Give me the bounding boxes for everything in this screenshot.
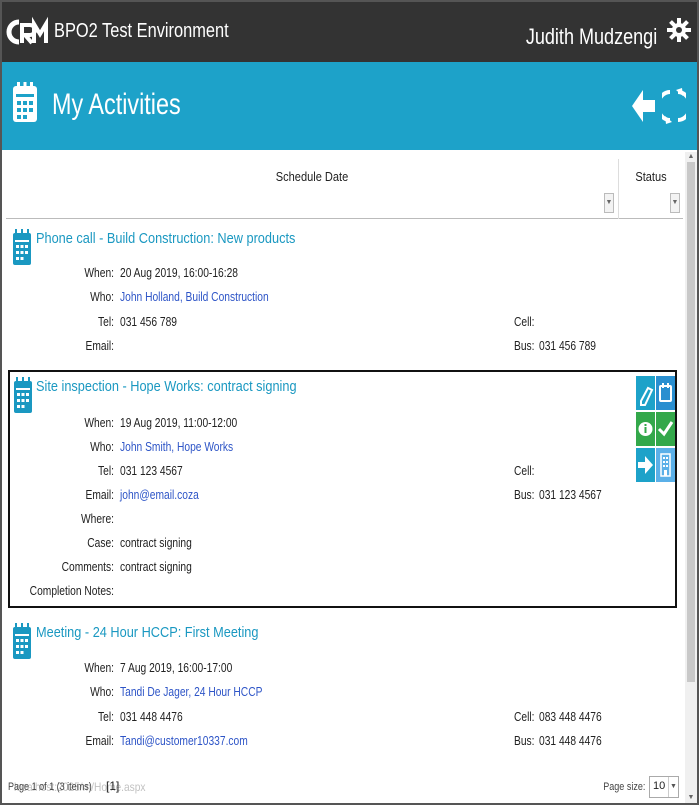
where-label: Where:	[80, 512, 114, 526]
tel-label: Tel:	[98, 710, 114, 724]
who-label: Who:	[90, 685, 114, 699]
column-label: Status	[635, 169, 667, 184]
app-window: BPO2 Test Environment Judith Mudzengi My…	[0, 0, 699, 805]
activity-card[interactable]: Phone call - Build Construction: New pro…	[8, 222, 677, 367]
email-label: Email:	[85, 488, 114, 502]
pager-current-page[interactable]: [1]	[106, 779, 119, 793]
column-status[interactable]: Status ▼	[619, 159, 683, 219]
vertical-scrollbar[interactable]: ▲ ▼	[685, 152, 697, 803]
tel-label: Tel:	[98, 315, 114, 329]
cell-label: Cell:	[514, 315, 535, 329]
column-schedule-date[interactable]: Schedule Date ▼	[6, 159, 619, 219]
company-button[interactable]	[656, 448, 675, 482]
bus-value: 031 123 4567	[539, 488, 602, 502]
bus-value: 031 456 789	[539, 339, 597, 353]
calendar-icon	[14, 377, 32, 413]
info-button[interactable]	[636, 412, 655, 446]
bus-label: Bus:	[514, 734, 535, 748]
case-value: contract signing	[120, 536, 192, 550]
bus-label: Bus:	[514, 488, 535, 502]
page-size-select[interactable]: 10 ▼	[649, 776, 679, 798]
pencil-icon	[640, 386, 654, 406]
app-title: BPO2 Test Environment	[54, 20, 229, 42]
when-value: 7 Aug 2019, 16:00-17:00	[120, 661, 233, 675]
comments-value: contract signing	[120, 560, 192, 574]
scroll-up-icon[interactable]: ▲	[685, 152, 697, 162]
who-link[interactable]: John Smith, Hope Works	[120, 440, 233, 454]
when-value: 19 Aug 2019, 11:00-12:00	[120, 416, 238, 430]
tel-value: 031 448 4476	[120, 710, 183, 724]
forward-button[interactable]	[636, 448, 655, 482]
page-header: My Activities	[2, 62, 697, 150]
user-name[interactable]: Judith Mudzengi	[526, 24, 657, 50]
building-icon	[660, 453, 671, 477]
arrow-right-icon	[638, 456, 653, 474]
calendar-icon	[659, 383, 672, 402]
filter-dropdown-icon[interactable]: ▼	[670, 193, 680, 213]
tel-label: Tel:	[98, 464, 114, 478]
email-label: Email:	[85, 734, 114, 748]
tel-value: 031 123 4567	[120, 464, 183, 478]
crm-logo	[6, 16, 48, 45]
activity-title-link[interactable]: Site inspection - Hope Works: contract s…	[36, 378, 297, 395]
complete-button[interactable]	[656, 412, 675, 446]
who-link[interactable]: Tandi De Jager, 24 Hour HCCP	[120, 685, 262, 699]
edit-button[interactable]	[636, 376, 655, 410]
cell-label: Cell:	[514, 710, 535, 724]
calendar-icon	[13, 82, 37, 122]
activity-title-link[interactable]: Meeting - 24 Hour HCCP: First Meeting	[36, 624, 259, 641]
refresh-icon[interactable]	[662, 86, 686, 126]
completion-notes-label: Completion Notes:	[29, 584, 114, 598]
who-label: Who:	[90, 440, 114, 454]
when-label: When:	[84, 661, 114, 675]
cell-label: Cell:	[514, 464, 535, 478]
column-label: Schedule Date	[275, 169, 349, 184]
schedule-button[interactable]	[656, 376, 675, 410]
grid-header: Schedule Date ▼ Status ▼	[6, 159, 683, 219]
filter-dropdown-icon[interactable]: ▼	[604, 193, 614, 213]
activity-title-link[interactable]: Phone call - Build Construction: New pro…	[36, 230, 295, 247]
bus-value: 031 448 4476	[539, 734, 602, 748]
who-label: Who:	[90, 290, 114, 304]
calendar-icon	[13, 623, 31, 659]
check-icon	[657, 421, 674, 437]
case-label: Case:	[87, 536, 114, 550]
pager: localhost:2025/m/Home.aspx Page 1 of 1 (…	[2, 772, 697, 803]
when-label: When:	[84, 416, 114, 430]
bus-label: Bus:	[514, 339, 535, 353]
activity-card-selected[interactable]: Site inspection - Hope Works: contract s…	[8, 370, 677, 608]
when-label: When:	[84, 266, 114, 280]
page-size-label: Page size:	[602, 781, 645, 793]
top-bar: BPO2 Test Environment Judith Mudzengi	[2, 2, 697, 62]
gear-icon[interactable]	[667, 18, 691, 42]
chevron-down-icon: ▼	[668, 777, 678, 797]
scroll-thumb[interactable]	[687, 162, 695, 682]
activity-card[interactable]: Meeting - 24 Hour HCCP: First Meeting Wh…	[8, 616, 677, 766]
email-link[interactable]: Tandi@customer10337.com	[120, 734, 248, 748]
scroll-down-icon[interactable]: ▼	[685, 793, 697, 803]
pager-summary: Page 1 of 1 (3 items)	[8, 781, 92, 793]
page-title: My Activities	[52, 88, 181, 121]
email-link[interactable]: john@email.coza	[120, 488, 199, 502]
comments-label: Comments:	[61, 560, 114, 574]
cell-value: 083 448 4476	[539, 710, 602, 724]
email-label: Email:	[85, 339, 114, 353]
tel-value: 031 456 789	[120, 315, 178, 329]
back-arrow-icon[interactable]	[630, 86, 656, 126]
info-icon	[638, 422, 653, 436]
who-link[interactable]: John Holland, Build Construction	[120, 290, 269, 304]
calendar-icon	[13, 229, 31, 265]
page-size-value: 10	[653, 780, 666, 792]
when-value: 20 Aug 2019, 16:00-16:28	[120, 266, 238, 280]
